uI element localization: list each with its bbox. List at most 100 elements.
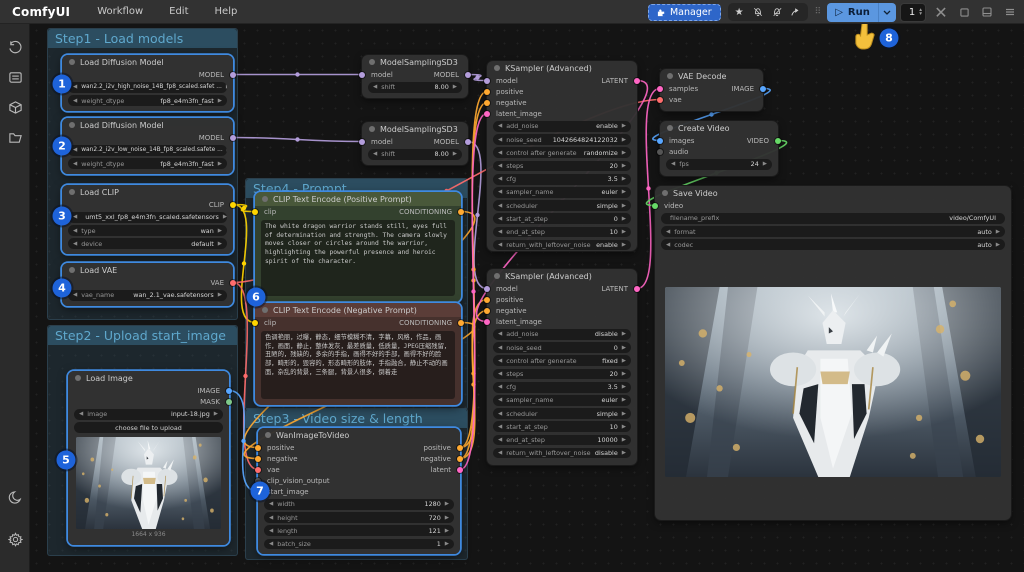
widget-type[interactable]: ◀ type wan ▶ (68, 225, 227, 236)
input-port[interactable] (484, 296, 490, 303)
increment-arrow-icon[interactable]: ▶ (218, 98, 222, 104)
widget-end-at-step[interactable]: ◀ end_at_step 10 ▶ (493, 226, 631, 238)
widget-filename-prefix[interactable]: filename_prefix video/ComfyUI (661, 213, 1005, 224)
decrement-arrow-icon[interactable]: ◀ (498, 229, 502, 235)
node-title-bar[interactable]: Load Image (68, 371, 229, 385)
widget-add-noise[interactable]: ◀ add_noise disable ▶ (493, 329, 631, 340)
input-port[interactable] (657, 85, 663, 92)
increment-arrow-icon[interactable]: ▶ (218, 241, 222, 247)
widget-length[interactable]: ◀ length 121 ▶ (264, 525, 454, 537)
increment-arrow-icon[interactable]: ▶ (622, 189, 626, 195)
input-port[interactable] (484, 318, 490, 325)
increment-arrow-icon[interactable]: ▶ (622, 345, 626, 351)
widget-device[interactable]: ◀ device default ▶ (68, 238, 227, 250)
output-port[interactable] (457, 455, 463, 462)
collapse-dot-icon[interactable] (69, 122, 75, 128)
increment-arrow-icon[interactable]: ▶ (622, 242, 626, 248)
input-port[interactable] (255, 444, 261, 451)
decrement-arrow-icon[interactable]: ◀ (79, 411, 83, 417)
node-title-bar[interactable]: Load VAE (62, 263, 233, 277)
increment-arrow-icon[interactable]: ▶ (218, 161, 222, 167)
decrement-arrow-icon[interactable]: ◀ (73, 214, 77, 220)
node-create-video[interactable]: Create Video images VIDEO audio ◀ fps 24 ▶ (657, 121, 781, 176)
collapse-dot-icon[interactable] (667, 125, 673, 131)
widget-shift[interactable]: ◀ shift 8.00 ▶ (368, 149, 462, 160)
widget-format[interactable]: ◀ format auto ▶ (661, 226, 1005, 237)
node-canvas[interactable]: Step1 - Load models Step2 - Upload start_… (30, 24, 1024, 572)
widget-weight-dtype[interactable]: ◀ weight_dtype fp8_e4m3fn_fast ▶ (68, 95, 227, 106)
model-library-icon[interactable] (6, 98, 24, 116)
decrement-arrow-icon[interactable]: ◀ (73, 161, 77, 167)
batch-count-stepper[interactable]: 1 ▴ ▾ (899, 2, 926, 22)
increment-arrow-icon[interactable]: ▶ (622, 176, 626, 182)
increment-arrow-icon[interactable]: ▶ (622, 163, 626, 169)
increment-arrow-icon[interactable]: ▶ (996, 242, 1000, 248)
node-title-bar[interactable]: KSampler (Advanced) (487, 61, 637, 75)
settings-gear-icon[interactable] (6, 530, 24, 548)
increment-arrow-icon[interactable]: ▶ (622, 203, 626, 209)
increment-arrow-icon[interactable]: ▶ (218, 228, 222, 234)
increment-arrow-icon[interactable]: ▶ (622, 437, 626, 443)
input-port[interactable] (255, 455, 261, 462)
menu-item-workflow[interactable]: Workflow (84, 6, 156, 17)
decrement-arrow-icon[interactable]: ◀ (269, 515, 273, 521)
widget-value[interactable]: ◀ wan2.2_i2v_low_noise_14B_fp8_scaled.saf… (68, 145, 227, 156)
wire-model[interactable] (232, 136, 363, 143)
widget-height[interactable]: ◀ height 720 ▶ (264, 512, 454, 523)
collapse-dot-icon[interactable] (662, 190, 668, 196)
output-port[interactable] (634, 285, 640, 292)
node-ksampler-advanced-[interactable]: KSampler (Advanced) model LATENT positive ne… (484, 269, 640, 465)
node-vae-decode[interactable]: VAE Decode samples IMAGE vae (657, 69, 766, 111)
share-icon[interactable] (788, 4, 805, 20)
widget-steps[interactable]: ◀ steps 20 ▶ (493, 368, 631, 380)
node-title-bar[interactable]: Save Video (655, 186, 1011, 200)
widget-control-after-generate[interactable]: ◀ control after generate randomize ▶ (493, 147, 631, 159)
star-icon[interactable]: ★ (731, 4, 748, 20)
decrement-arrow-icon[interactable]: ◀ (498, 163, 502, 169)
increment-arrow-icon[interactable]: ▶ (445, 541, 449, 547)
increment-arrow-icon[interactable]: ▶ (445, 501, 449, 507)
decrement-arrow-icon[interactable]: ◀ (73, 147, 77, 153)
notifications-off-icon[interactable] (750, 4, 767, 20)
input-port[interactable] (652, 202, 658, 209)
node-modelsamplingsd3[interactable]: ModelSamplingSD3 model MODEL ◀ shift 8.00 ▶ (359, 122, 471, 165)
decrement-arrow-icon[interactable]: ◀ (498, 150, 502, 156)
decrement-arrow-icon[interactable]: ◀ (373, 151, 377, 157)
widget-image[interactable]: ◀ image input-18.jpg ▶ (74, 409, 223, 420)
input-port[interactable] (252, 208, 258, 215)
widget-codec[interactable]: ◀ codec auto ▶ (661, 239, 1005, 251)
increment-arrow-icon[interactable]: ▶ (622, 371, 626, 377)
decrement-arrow-icon[interactable]: ◀ (666, 242, 670, 248)
collapse-dot-icon[interactable] (69, 189, 75, 195)
widget-control-after-generate[interactable]: ◀ control after generate fixed ▶ (493, 355, 631, 367)
output-port[interactable] (457, 466, 463, 473)
node-title-bar[interactable]: CLIP Text Encode (Positive Prompt) (255, 192, 461, 206)
prompt-text-widget[interactable]: 色调艳丽，过曝，静态，细节模糊不清，字幕，风格，作品，画作，画面，静止，整体发灰… (261, 331, 455, 399)
widget-return-with-leftover-noise[interactable]: ◀ return_with_leftover_noise enable ▶ (493, 239, 631, 251)
node-clip-text-encode-negative-prompt-[interactable]: CLIP Text Encode (Negative Prompt) clip CO… (252, 303, 464, 405)
collapse-dot-icon[interactable] (667, 73, 673, 79)
decrement-arrow-icon[interactable]: ◀ (373, 84, 377, 90)
increment-arrow-icon[interactable]: ▶ (622, 450, 626, 456)
decrement-arrow-icon[interactable]: ◀ (269, 541, 273, 547)
decrement-arrow-icon[interactable]: ◀ (498, 358, 502, 364)
comfyui-logo[interactable]: ComfyUI (0, 5, 84, 19)
widget-add-noise[interactable]: ◀ add_noise enable ▶ (493, 121, 631, 132)
increment-arrow-icon[interactable]: ▶ (214, 411, 218, 417)
increment-arrow-icon[interactable]: ▶ (622, 397, 626, 403)
decrement-arrow-icon[interactable]: ◀ (498, 411, 502, 417)
increment-arrow-icon[interactable]: ▶ (622, 331, 626, 337)
run-button[interactable]: ▷ Run (827, 2, 878, 22)
decrement-arrow-icon[interactable]: ◀ (498, 189, 502, 195)
increment-arrow-icon[interactable]: ▶ (622, 123, 626, 129)
stepper-arrows-icon[interactable]: ▴ ▾ (919, 7, 922, 17)
decrement-arrow-icon[interactable]: ◀ (73, 241, 77, 247)
widget-width[interactable]: ◀ width 1280 ▶ (264, 499, 454, 510)
stop-icon[interactable] (956, 4, 972, 20)
prompt-text-widget[interactable]: The white dragon warrior stands still, e… (261, 220, 455, 296)
collapse-dot-icon[interactable] (75, 375, 81, 381)
output-port[interactable] (458, 319, 464, 326)
workflows-icon[interactable] (6, 128, 24, 146)
collapse-dot-icon[interactable] (369, 59, 375, 65)
output-port[interactable] (760, 85, 766, 92)
